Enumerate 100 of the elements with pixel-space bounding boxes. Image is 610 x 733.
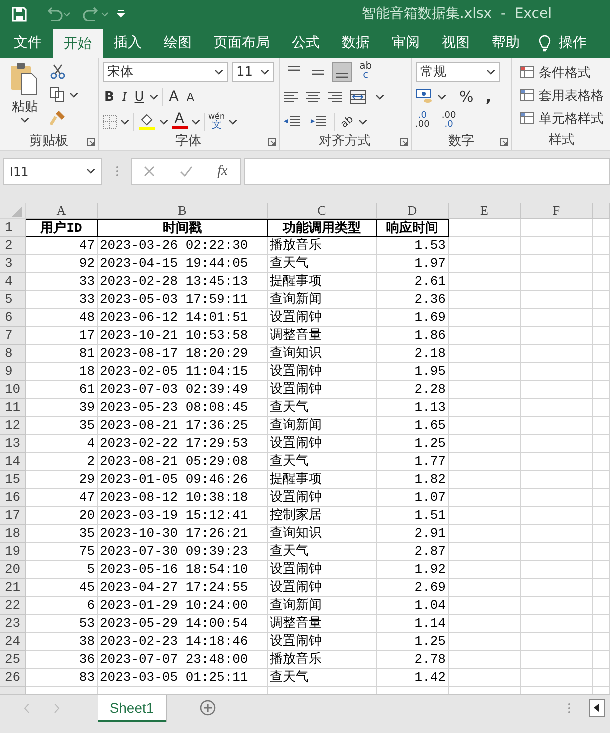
row-header[interactable]: 11 [0,399,26,417]
row-header[interactable]: 13 [0,435,26,453]
column-header[interactable] [593,203,610,219]
cut-icon[interactable] [50,64,66,80]
empty-cell[interactable] [449,669,521,687]
enter-icon[interactable] [180,166,193,177]
caret-icon[interactable] [376,94,384,100]
ribbon-tab[interactable]: 文件 [3,28,53,58]
empty-cell[interactable] [593,597,610,615]
empty-cell[interactable] [521,651,593,669]
column-header[interactable]: B [98,203,268,219]
empty-cell[interactable] [449,633,521,651]
empty-cell[interactable] [593,543,610,561]
add-sheet-icon[interactable] [200,700,216,716]
empty-cell[interactable] [593,345,610,363]
row-header[interactable]: 15 [0,471,26,489]
empty-cell[interactable] [521,507,593,525]
caret-icon[interactable] [87,169,95,174]
column-header[interactable]: D [377,203,449,219]
ribbon-tab[interactable]: 数据 [331,28,381,58]
empty-cell[interactable] [593,417,610,435]
empty-cell[interactable] [593,291,610,309]
align-center-icon[interactable] [306,91,320,103]
empty-cell[interactable] [521,255,593,273]
empty-cell[interactable] [449,309,521,327]
empty-cell[interactable] [521,237,593,255]
empty-cell[interactable] [521,453,593,471]
bold-button[interactable]: B [102,87,116,107]
number-format-dropdown[interactable]: 常规 [416,62,500,82]
decrease-indent-icon[interactable] [284,116,300,128]
caret-icon[interactable] [214,70,222,74]
empty-cell[interactable] [521,579,593,597]
empty-cell[interactable] [593,273,610,291]
empty-cell[interactable] [449,417,521,435]
insert-function-button[interactable]: fx [218,164,228,180]
caret-icon[interactable] [160,120,168,124]
empty-cell[interactable] [449,255,521,273]
caret-icon[interactable] [150,94,158,100]
caret-icon[interactable] [192,120,200,124]
empty-cell[interactable] [593,669,610,687]
empty-cell[interactable] [449,507,521,525]
styles-menu-button[interactable]: 条件格式 [518,62,606,84]
row-header[interactable]: 7 [0,327,26,345]
ribbon-tab[interactable]: 开始 [53,29,103,58]
row-header[interactable]: 8 [0,345,26,363]
empty-cell[interactable] [449,489,521,507]
scroll-left-icon[interactable] [589,699,605,717]
row-header[interactable]: 16 [0,489,26,507]
caret-icon[interactable] [21,118,29,123]
empty-cell[interactable] [449,345,521,363]
italic-button[interactable]: I [120,87,129,107]
decrease-font-button[interactable]: A [184,87,196,107]
empty-cell[interactable] [449,597,521,615]
ribbon-tab[interactable]: 绘图 [153,28,203,58]
empty-cell[interactable] [521,489,593,507]
comma-button[interactable]: , [484,87,494,107]
empty-cell[interactable] [449,471,521,489]
row-header[interactable]: 18 [0,525,26,543]
redo-icon[interactable] [83,7,109,21]
empty-cell[interactable] [449,363,521,381]
empty-cell[interactable] [593,255,610,273]
empty-cell[interactable] [449,453,521,471]
dialog-launcher-icon[interactable] [268,138,276,146]
caret-icon[interactable] [70,92,78,98]
empty-cell[interactable] [521,327,593,345]
row-header[interactable]: 3 [0,255,26,273]
sheet-tab[interactable]: Sheet1 [98,695,166,722]
cancel-icon[interactable] [144,166,156,177]
row-header[interactable]: 20 [0,561,26,579]
row-header[interactable]: 2 [0,237,26,255]
empty-cell[interactable] [449,273,521,291]
empty-cell[interactable] [449,543,521,561]
caret-icon[interactable] [359,120,368,124]
empty-cell[interactable] [449,399,521,417]
empty-cell[interactable] [593,471,610,489]
row-header[interactable]: 9 [0,363,26,381]
percent-button[interactable]: % [458,87,476,107]
increase-decimal-button[interactable]: .0 .00 [416,112,430,132]
column-header[interactable]: C [268,203,377,219]
row-header[interactable]: 25 [0,651,26,669]
empty-cell[interactable] [521,309,593,327]
dialog-launcher-icon[interactable] [500,138,508,146]
empty-cell[interactable] [449,237,521,255]
empty-cell[interactable] [593,651,610,669]
empty-cell[interactable] [449,327,521,345]
row-header[interactable]: 26 [0,669,26,687]
empty-cell[interactable] [593,237,610,255]
empty-cell[interactable] [593,507,610,525]
paste-button[interactable]: 粘贴 [4,62,46,132]
next-sheet-icon[interactable] [54,704,60,713]
empty-cell[interactable] [449,291,521,309]
customize-toolbar-icon[interactable] [117,10,125,18]
caret-icon[interactable] [486,70,495,74]
styles-menu-button[interactable]: 单元格样式 [518,108,606,130]
empty-cell[interactable] [449,651,521,669]
format-painter-icon[interactable] [50,110,66,126]
empty-cell[interactable] [521,273,593,291]
dialog-launcher-icon[interactable] [400,138,408,146]
phonetic-guide-button[interactable]: wén 文 [208,112,226,132]
empty-cell[interactable] [593,489,610,507]
